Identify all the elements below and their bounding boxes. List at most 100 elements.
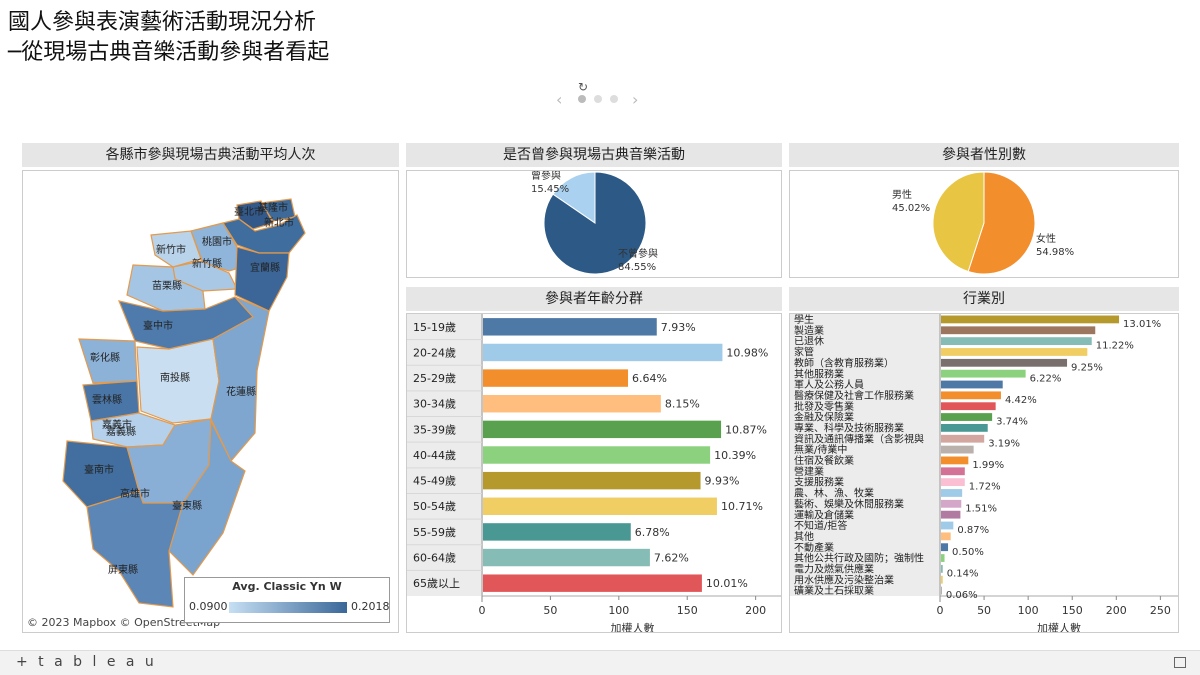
bar-value-label: 9.25%	[1071, 362, 1103, 373]
bar[interactable]	[941, 554, 945, 562]
bar[interactable]	[941, 369, 1026, 378]
county-label: 臺南市	[84, 463, 114, 476]
bar[interactable]	[483, 318, 657, 336]
category-label: 教師（含教育服務業）	[794, 356, 894, 369]
axis-tick-label: 0	[937, 604, 944, 617]
bar[interactable]	[941, 532, 951, 541]
category-label: 其他公共行政及國防；強制性	[794, 552, 924, 565]
bar-value-label: 4.42%	[1005, 395, 1037, 406]
bar[interactable]	[941, 445, 974, 454]
story-point-3[interactable]	[610, 95, 618, 103]
bar[interactable]	[483, 420, 722, 439]
category-label: 其他	[794, 530, 814, 543]
bar[interactable]	[941, 467, 965, 476]
bar-value-label: 9.93%	[705, 475, 740, 488]
fullscreen-icon[interactable]	[1174, 657, 1186, 668]
bar[interactable]	[483, 548, 650, 567]
chevron-left-icon[interactable]: ‹	[556, 90, 562, 109]
bar[interactable]	[941, 423, 988, 432]
age-bar-chart[interactable]: 15-19歲 7.93% 20-24歲 10.98% 25-29歲 6.64% 30-34歲…	[407, 314, 783, 635]
bar-value-label: 6.78%	[635, 526, 670, 539]
category-label: 支援服務業	[794, 476, 844, 489]
industry-title: 行業別	[789, 287, 1179, 311]
gender-slice-percent: 54.98%	[1036, 247, 1074, 258]
bar[interactable]	[941, 489, 963, 497]
gender-pie-chart[interactable]: 男性 45.02% 女性 54.98%	[790, 171, 1178, 277]
tableau-logo[interactable]: + t a b l e a u	[16, 654, 157, 670]
bar[interactable]	[941, 413, 993, 421]
category-label: 15-19歲	[413, 320, 456, 334]
bar-value-label: 1.51%	[965, 503, 997, 514]
category-label: 45-49歲	[413, 474, 456, 488]
bar[interactable]	[483, 497, 717, 515]
axis-tick-label: 100	[608, 604, 629, 617]
bar[interactable]	[941, 456, 969, 465]
axis-tick-label: 200	[745, 604, 766, 617]
bar[interactable]	[941, 510, 961, 519]
axis-tick-label: 50	[977, 604, 991, 617]
category-label: 用水供應及污染整治業	[794, 573, 894, 586]
county-label: 臺中市	[143, 319, 173, 332]
bar[interactable]	[941, 478, 965, 487]
category-label: 25-29歲	[413, 371, 456, 385]
bar[interactable]	[941, 434, 985, 443]
bar[interactable]	[941, 402, 996, 411]
bar[interactable]	[941, 575, 943, 584]
age-panel: 15-19歲 7.93% 20-24歲 10.98% 25-29歲 6.64% 30-34歲…	[406, 313, 783, 635]
taiwan-map[interactable]: 基隆市臺北市新北市桃園市新竹市新竹縣 宜蘭縣苗栗縣臺中市彰化縣南投縣花蓮縣雲林縣嘉…	[23, 171, 398, 632]
category-label: 農、林、漁、牧業	[794, 487, 874, 500]
axis-tick-label: 100	[1018, 604, 1039, 617]
bar[interactable]	[941, 348, 1088, 356]
bar[interactable]	[483, 574, 702, 592]
story-point-1[interactable]	[578, 95, 586, 103]
age-title: 參與者年齡分群	[406, 287, 782, 311]
chevron-right-icon[interactable]: ›	[632, 90, 638, 109]
bar[interactable]	[941, 337, 1092, 346]
bar[interactable]	[483, 395, 661, 413]
participation-title: 是否曾參與現場古典音樂活動	[406, 143, 782, 167]
participation-pie-chart[interactable]: 曾參與 15.45% 不曾參與 84.55%	[407, 169, 781, 277]
bar-value-label: 7.93%	[661, 321, 696, 334]
refresh-icon[interactable]: ↻	[578, 80, 588, 94]
bar-value-label: 6.22%	[1030, 373, 1062, 384]
county-shape[interactable]	[86, 490, 184, 608]
axis-tick-label: 250	[1150, 604, 1171, 617]
bar[interactable]	[941, 499, 962, 508]
bar[interactable]	[941, 315, 1120, 324]
bar[interactable]	[941, 543, 949, 552]
story-point-2[interactable]	[594, 95, 602, 103]
county-label: 新竹縣	[192, 257, 222, 270]
bar-value-label: 10.98%	[726, 346, 768, 359]
industry-panel: 學生 13.01% 製造業 已退休 11.22% 家管 教師（含教育服務業） 9.25% 其他服…	[789, 313, 1179, 635]
participation-slice-percent: 15.45%	[531, 184, 569, 195]
category-label: 55-59歲	[413, 525, 456, 539]
bar[interactable]	[941, 358, 1068, 367]
industry-bar-chart[interactable]: 學生 13.01% 製造業已退休 11.22% 家管教師（含教育服務業） 9.25% 其他服…	[790, 313, 1178, 635]
bar[interactable]	[941, 521, 954, 530]
category-label: 金融及保險業	[794, 411, 854, 424]
category-label: 35-39歲	[413, 422, 456, 436]
map-panel[interactable]: 基隆市 臺北市 新北市 桃園市 新竹市 新竹縣 宜蘭縣 苗栗縣 臺中市 彰化縣 南投縣 花蓮縣 雲林縣嘉…	[22, 170, 399, 633]
dashboard-title: 國人參與表演藝術活動現況分析 ─從現場古典音樂活動參與者看起	[8, 8, 329, 68]
gender-slice-label: 男性	[892, 188, 912, 201]
axis-title: 加權人數	[611, 622, 655, 632]
bar[interactable]	[941, 391, 1001, 400]
gender-slice-label: 女性	[1036, 232, 1056, 245]
county-label: 屏東縣	[108, 563, 138, 576]
axis-tick-label: 150	[677, 604, 698, 617]
bar[interactable]	[483, 446, 711, 464]
bar[interactable]	[941, 380, 1003, 389]
bar[interactable]	[941, 564, 943, 573]
bar[interactable]	[483, 369, 629, 387]
county-label: 新竹市	[156, 243, 186, 256]
bar[interactable]	[941, 586, 942, 595]
legend-title: Avg. Classic Yn W	[232, 580, 342, 593]
bar[interactable]	[941, 326, 1096, 335]
bar[interactable]	[483, 523, 631, 541]
participation-slice-label: 不曾參與	[618, 247, 658, 260]
bar[interactable]	[483, 343, 723, 362]
gender-panel: 男性 45.02% 女性 54.98%	[789, 170, 1179, 278]
bar[interactable]	[483, 471, 701, 490]
county-label: 花蓮縣	[226, 385, 256, 398]
bar-value-label: 1.72%	[969, 482, 1001, 493]
